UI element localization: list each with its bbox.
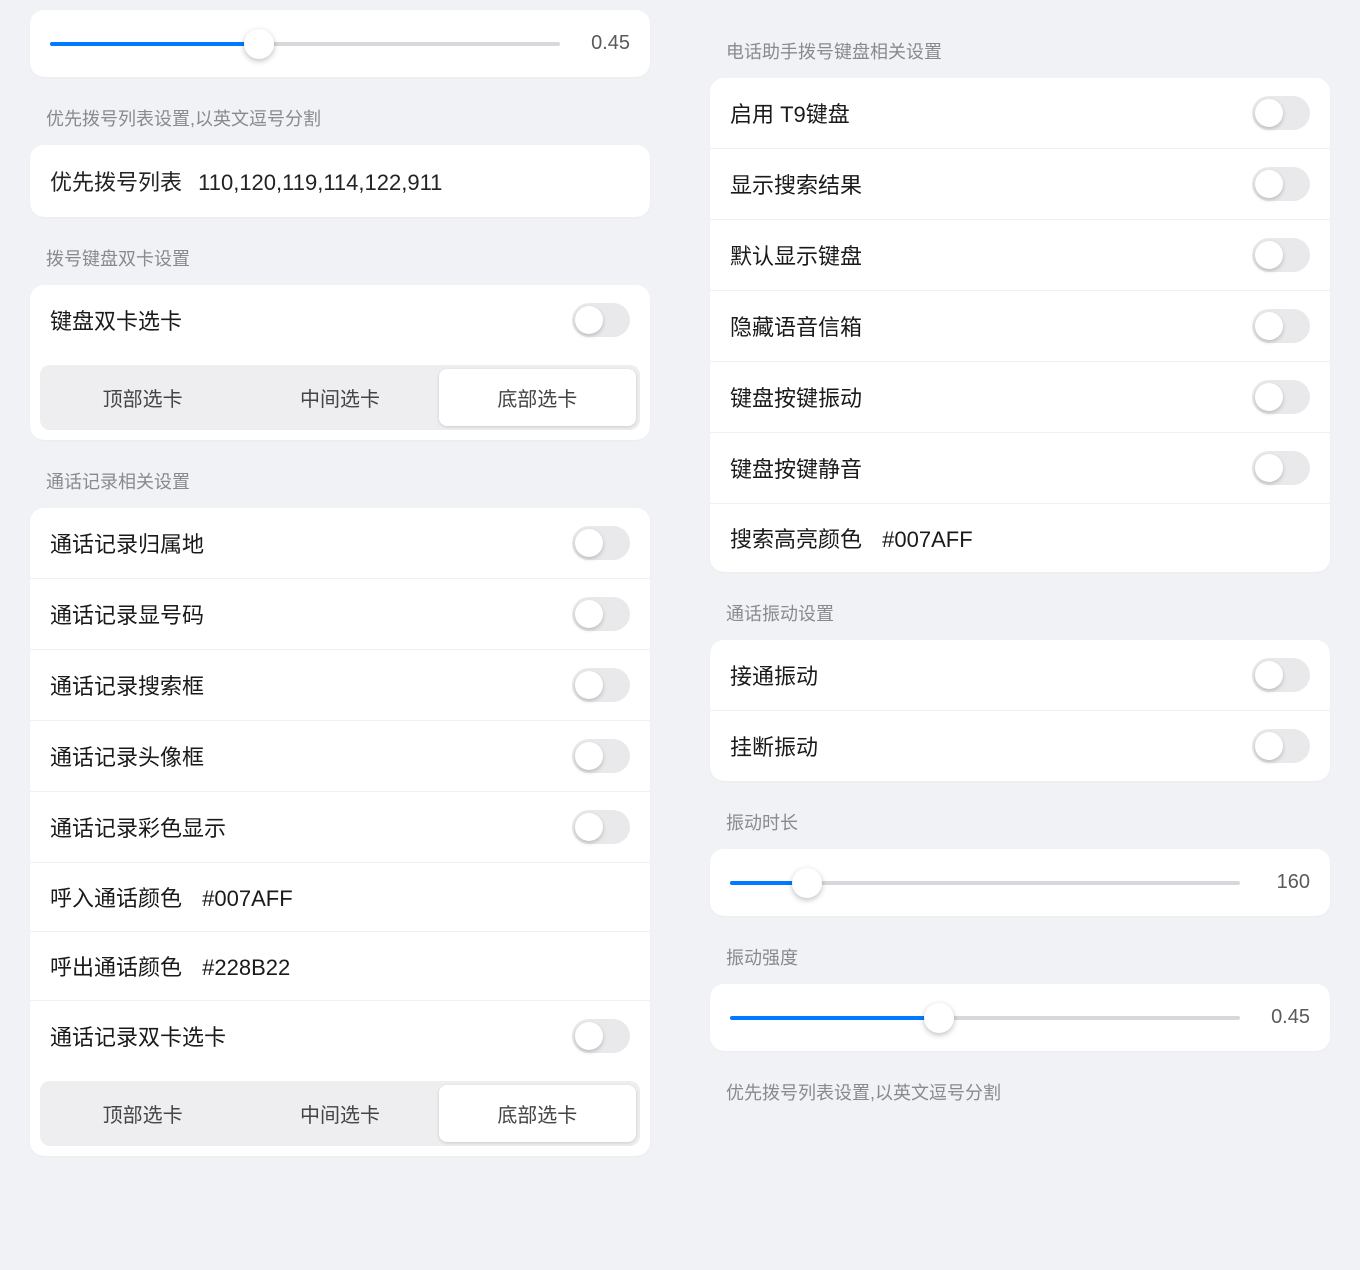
slider-track[interactable] [730,881,1240,885]
slider-fill [730,1016,939,1020]
seg-bottom[interactable]: 底部选卡 [439,1085,636,1142]
hide-voicemail-row[interactable]: 隐藏语音信箱 [710,290,1330,361]
calllog-location-row[interactable]: 通话记录归属地 [30,508,650,578]
right-column: 电话助手拨号键盘相关设置 启用 T9键盘 显示搜索结果 默认显示键盘 隐藏语音信… [710,0,1330,1270]
dualsim-section-title: 拨号键盘双卡设置 [30,217,650,285]
toggle-icon[interactable] [572,1019,630,1053]
outgoing-color-text: 呼出通话颜色 [50,955,182,980]
priority-dial-list-value: 110,120,119,114,122,911 [198,170,442,195]
seg-bottom[interactable]: 底部选卡 [439,369,636,426]
toggle-icon[interactable] [1252,167,1310,201]
t9-label: 启用 T9键盘 [730,97,1252,129]
slider-fill [50,42,259,46]
vib-strength-slider-row: 0.45 [710,984,1330,1051]
slider-value: 0.45 [578,32,630,55]
slider-value: 160 [1258,871,1310,894]
key-mute-row[interactable]: 键盘按键静音 [710,432,1330,503]
priority-dial-list-label: 优先拨号列表 [50,170,182,195]
toggle-icon[interactable] [1252,238,1310,272]
default-keyboard-label: 默认显示键盘 [730,239,1252,271]
highlight-color-row[interactable]: 搜索高亮颜色 #007AFF [710,503,1330,572]
seg-top[interactable]: 顶部选卡 [44,369,241,426]
vibration-card: 接通振动 挂断振动 [710,640,1330,781]
slider-track[interactable] [50,42,560,46]
vib-duration-title: 振动时长 [710,781,1330,849]
toggle-icon[interactable] [572,303,630,337]
toggle-icon[interactable] [572,810,630,844]
connect-vibrate-row[interactable]: 接通振动 [710,640,1330,710]
key-vibrate-row[interactable]: 键盘按键振动 [710,361,1330,432]
show-search-label: 显示搜索结果 [730,168,1252,200]
seg-middle[interactable]: 中间选卡 [241,1085,438,1142]
calllog-searchbox-label: 通话记录搜索框 [50,669,572,701]
toggle-icon[interactable] [572,526,630,560]
vib-strength-title: 振动强度 [710,916,1330,984]
slider-thumb[interactable] [244,29,274,59]
vib-duration-slider-row: 160 [710,849,1330,916]
keyboard-dualsim-toggle-row[interactable]: 键盘双卡选卡 [30,285,650,355]
toggle-icon[interactable] [1252,96,1310,130]
dialer-card: 启用 T9键盘 显示搜索结果 默认显示键盘 隐藏语音信箱 键盘按键振动 键盘按键… [710,78,1330,572]
toggle-icon[interactable] [1252,658,1310,692]
incoming-color-text: 呼入通话颜色 [50,886,182,911]
seg-middle[interactable]: 中间选卡 [241,369,438,426]
calllog-avatar-label: 通话记录头像框 [50,740,572,772]
incoming-color-value: #007AFF [202,886,293,911]
connect-vibrate-label: 接通振动 [730,659,1252,691]
vibration-section-title: 通话振动设置 [710,572,1330,640]
toggle-icon[interactable] [1252,309,1310,343]
outgoing-color-label: 呼出通话颜色 #228B22 [50,950,630,982]
hide-voicemail-label: 隐藏语音信箱 [730,310,1252,342]
hangup-vibrate-label: 挂断振动 [730,730,1252,762]
dialer-section-title: 电话助手拨号键盘相关设置 [710,10,1330,78]
slider-thumb[interactable] [792,868,822,898]
priority-section-title-right: 优先拨号列表设置,以英文逗号分割 [710,1051,1330,1119]
slider-track[interactable] [730,1016,1240,1020]
key-mute-label: 键盘按键静音 [730,452,1252,484]
vibration-strength-slider-row: 0.45 [30,10,650,77]
calllog-dualsim-row[interactable]: 通话记录双卡选卡 [30,1000,650,1071]
incoming-color-row[interactable]: 呼入通话颜色 #007AFF [30,862,650,931]
slider-thumb[interactable] [924,1003,954,1033]
t9-row[interactable]: 启用 T9键盘 [710,78,1330,148]
calllog-dualsim-segmented[interactable]: 顶部选卡 中间选卡 底部选卡 [40,1081,640,1146]
calllog-avatar-row[interactable]: 通话记录头像框 [30,720,650,791]
toggle-icon[interactable] [572,668,630,702]
left-column: 0.45 优先拨号列表设置,以英文逗号分割 优先拨号列表 110,120,119… [30,0,650,1270]
calllog-shownumber-row[interactable]: 通话记录显号码 [30,578,650,649]
priority-dial-list-row[interactable]: 优先拨号列表 110,120,119,114,122,911 [30,145,650,217]
calllog-color-label: 通话记录彩色显示 [50,811,572,843]
slider-value: 0.45 [1258,1006,1310,1029]
toggle-icon[interactable] [1252,451,1310,485]
toggle-icon[interactable] [572,597,630,631]
calllog-section-title: 通话记录相关设置 [30,440,650,508]
toggle-icon[interactable] [572,739,630,773]
calllog-location-label: 通话记录归属地 [50,527,572,559]
hangup-vibrate-row[interactable]: 挂断振动 [710,710,1330,781]
incoming-color-label: 呼入通话颜色 #007AFF [50,881,630,913]
show-search-row[interactable]: 显示搜索结果 [710,148,1330,219]
calllog-card: 通话记录归属地 通话记录显号码 通话记录搜索框 通话记录头像框 通话记录彩色显示… [30,508,650,1156]
toggle-icon[interactable] [1252,380,1310,414]
outgoing-color-value: #228B22 [202,955,290,980]
outgoing-color-row[interactable]: 呼出通话颜色 #228B22 [30,931,650,1000]
default-keyboard-row[interactable]: 默认显示键盘 [710,219,1330,290]
toggle-icon[interactable] [1252,729,1310,763]
highlight-color-text: 搜索高亮颜色 [730,527,862,552]
dualsim-card: 键盘双卡选卡 顶部选卡 中间选卡 底部选卡 [30,285,650,440]
seg-top[interactable]: 顶部选卡 [44,1085,241,1142]
priority-section-title: 优先拨号列表设置,以英文逗号分割 [30,77,650,145]
calllog-searchbox-row[interactable]: 通话记录搜索框 [30,649,650,720]
key-vibrate-label: 键盘按键振动 [730,381,1252,413]
dualsim-position-segmented[interactable]: 顶部选卡 中间选卡 底部选卡 [40,365,640,430]
highlight-color-value: #007AFF [882,527,973,552]
keyboard-dualsim-label: 键盘双卡选卡 [50,304,572,336]
calllog-shownumber-label: 通话记录显号码 [50,598,572,630]
calllog-color-row[interactable]: 通话记录彩色显示 [30,791,650,862]
calllog-dualsim-label: 通话记录双卡选卡 [50,1020,572,1052]
highlight-color-label: 搜索高亮颜色 #007AFF [730,522,1310,554]
